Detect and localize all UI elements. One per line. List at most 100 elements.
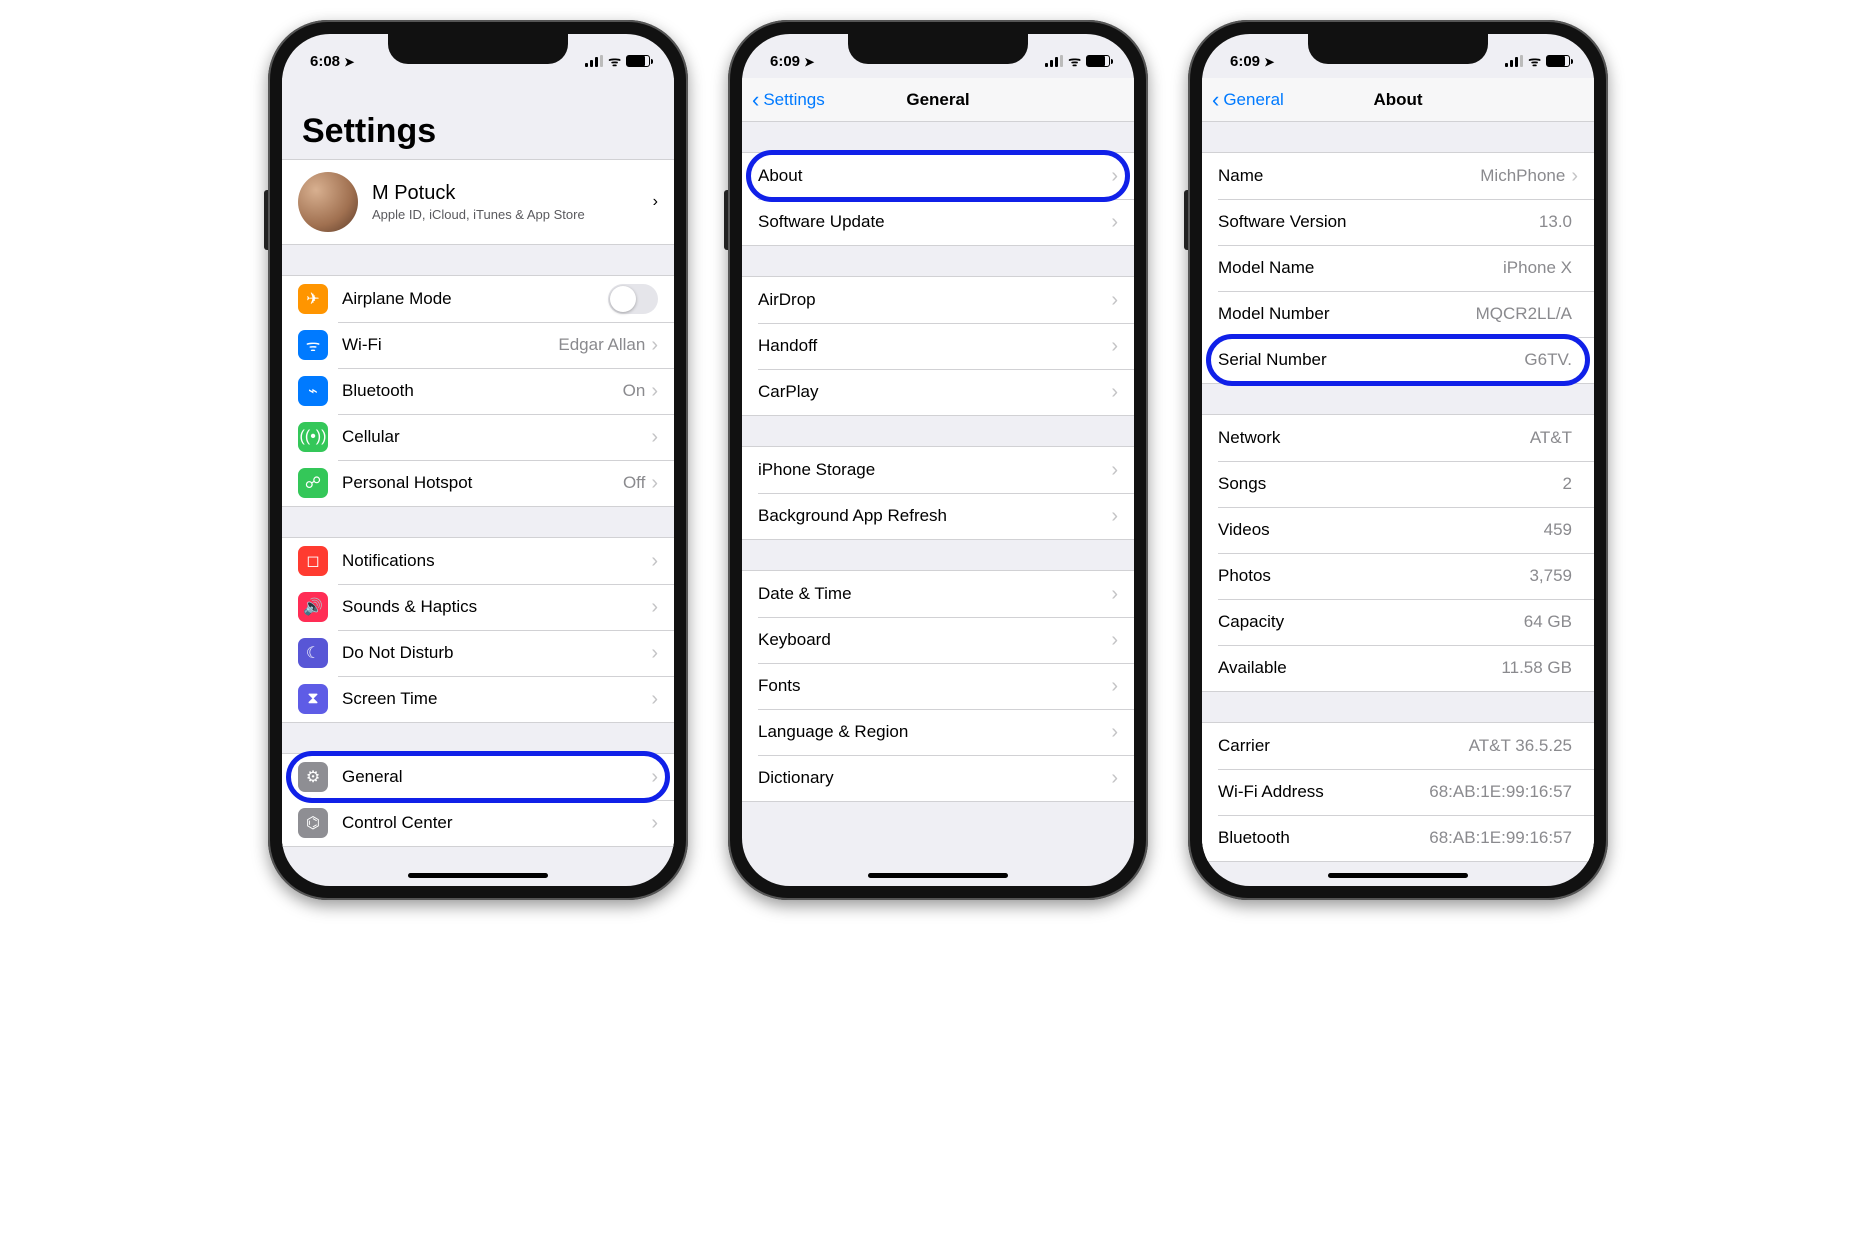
screen: 6:08 ➤ ᯤ Settings M Potuck Apple ID, iCl… [282, 34, 674, 886]
list-row[interactable]: Date & Time› [742, 571, 1134, 617]
list-row[interactable]: Background App Refresh› [742, 493, 1134, 539]
list-row[interactable]: Serial NumberG6TV. [1202, 337, 1594, 383]
nav-bar: ‹ Settings General [742, 78, 1134, 122]
list-row[interactable]: CarrierAT&T 36.5.25 [1202, 723, 1594, 769]
apple-id-row[interactable]: M Potuck Apple ID, iCloud, iTunes & App … [282, 159, 674, 245]
chevron-right-icon: › [1111, 165, 1118, 188]
row-label: Photos [1218, 566, 1529, 586]
group-airdrop: AirDrop›Handoff›CarPlay› [742, 276, 1134, 416]
list-row[interactable]: ✈︎Airplane Mode [282, 276, 674, 322]
list-row[interactable]: Software Version13.0 [1202, 199, 1594, 245]
notch [1308, 34, 1488, 64]
list-row[interactable]: ((•))Cellular› [282, 414, 674, 460]
list-row[interactable]: ☍Personal HotspotOff› [282, 460, 674, 506]
location-arrow-icon: ➤ [804, 55, 814, 69]
list-row[interactable]: Wi-Fi Address68:AB:1E:99:16:57 [1202, 769, 1594, 815]
list-row[interactable]: ☾Do Not Disturb› [282, 630, 674, 676]
chevron-right-icon: › [651, 380, 658, 403]
chevron-right-icon: › [1111, 675, 1118, 698]
chevron-right-icon: › [1111, 289, 1118, 312]
toggle[interactable] [608, 284, 658, 314]
phone-about: 6:09 ➤ ᯤ ‹ General About NameMichPhone › S… [1188, 20, 1608, 900]
row-label: Do Not Disturb [342, 643, 651, 663]
home-indicator[interactable] [408, 873, 548, 878]
nav-title: About [1373, 90, 1422, 110]
chevron-right-icon: › [1571, 165, 1578, 188]
chevron-right-icon: › [651, 550, 658, 573]
home-indicator[interactable] [868, 873, 1008, 878]
list-row[interactable]: ⌁BluetoothOn› [282, 368, 674, 414]
group-about: About›Software Update› [742, 152, 1134, 246]
screentime-icon: ⧗ [298, 684, 328, 714]
list-row[interactable]: Bluetooth68:AB:1E:99:16:57 [1202, 815, 1594, 861]
row-value: 68:AB:1E:99:16:57 [1429, 828, 1572, 848]
control-center-icon: ⌬ [298, 808, 328, 838]
list-row[interactable]: Handoff› [742, 323, 1134, 369]
list-row[interactable]: Available11.58 GB [1202, 645, 1594, 691]
row-label: Screen Time [342, 689, 651, 709]
row-value: MichPhone [1480, 166, 1565, 186]
list-row[interactable]: iPhone Storage› [742, 447, 1134, 493]
list-row[interactable]: ᯤWi-FiEdgar Allan› [282, 322, 674, 368]
row-value: iPhone X [1503, 258, 1572, 278]
nav-title: General [906, 90, 969, 110]
list-row[interactable]: NameMichPhone › [1202, 153, 1594, 199]
chevron-left-icon: ‹ [752, 89, 759, 111]
chevron-right-icon: › [1111, 505, 1118, 528]
list-row[interactable]: ⌬Control Center› [282, 800, 674, 846]
screen: 6:09 ➤ ᯤ ‹ General About NameMichPhone › S… [1202, 34, 1594, 886]
list-row[interactable]: Model NameiPhone X [1202, 245, 1594, 291]
bluetooth-icon: ⌁ [298, 376, 328, 406]
list-row[interactable]: Songs2 [1202, 461, 1594, 507]
row-label: Notifications [342, 551, 651, 571]
row-label: Wi-Fi Address [1218, 782, 1429, 802]
row-label: Keyboard [758, 630, 1111, 650]
list-row[interactable]: 🔊Sounds & Haptics› [282, 584, 674, 630]
phone-general: 6:09 ➤ ᯤ ‹ Settings General About›Softwa… [728, 20, 1148, 900]
list-row[interactable]: Fonts› [742, 663, 1134, 709]
wifi-status-icon: ᯤ [1528, 52, 1541, 71]
list-row[interactable]: Model NumberMQCR2LL/A [1202, 291, 1594, 337]
chevron-right-icon: › [653, 193, 658, 211]
list-row[interactable]: Language & Region› [742, 709, 1134, 755]
group-storage: iPhone Storage›Background App Refresh› [742, 446, 1134, 540]
row-label: Personal Hotspot [342, 473, 623, 493]
row-label: Cellular [342, 427, 651, 447]
row-label: Airplane Mode [342, 289, 608, 309]
list-row[interactable]: ⧗Screen Time› [282, 676, 674, 722]
row-value: 459 [1544, 520, 1572, 540]
chevron-left-icon: ‹ [1212, 89, 1219, 111]
row-label: Capacity [1218, 612, 1524, 632]
location-arrow-icon: ➤ [344, 55, 354, 69]
row-label: Name [1218, 166, 1480, 186]
home-indicator[interactable] [1328, 873, 1468, 878]
row-label: AirDrop [758, 290, 1111, 310]
row-label: CarPlay [758, 382, 1111, 402]
row-label: About [758, 166, 1111, 186]
row-label: Available [1218, 658, 1501, 678]
list-row[interactable]: About› [742, 153, 1134, 199]
list-row[interactable]: Videos459 [1202, 507, 1594, 553]
chevron-right-icon: › [1111, 381, 1118, 404]
back-button[interactable]: ‹ Settings [752, 78, 825, 122]
list-row[interactable]: CarPlay› [742, 369, 1134, 415]
list-row[interactable]: NetworkAT&T [1202, 415, 1594, 461]
list-row[interactable]: AirDrop› [742, 277, 1134, 323]
row-label: Bluetooth [1218, 828, 1429, 848]
list-row[interactable]: ◻︎Notifications› [282, 538, 674, 584]
row-value: MQCR2LL/A [1476, 304, 1572, 324]
list-row[interactable]: Photos3,759 [1202, 553, 1594, 599]
list-row[interactable]: Capacity64 GB [1202, 599, 1594, 645]
battery-icon [1546, 55, 1570, 67]
list-row[interactable]: Keyboard› [742, 617, 1134, 663]
row-label: Background App Refresh [758, 506, 1111, 526]
back-button[interactable]: ‹ General [1212, 78, 1284, 122]
chevron-right-icon: › [1111, 459, 1118, 482]
status-time: 6:09 ➤ [1230, 53, 1274, 70]
list-row[interactable]: Dictionary› [742, 755, 1134, 801]
cellular-signal-icon [1045, 55, 1063, 67]
list-row[interactable]: Software Update› [742, 199, 1134, 245]
list-row[interactable]: ⚙︎General› [282, 754, 674, 800]
nav-bar: ‹ General About [1202, 78, 1594, 122]
chevron-right-icon: › [651, 642, 658, 665]
